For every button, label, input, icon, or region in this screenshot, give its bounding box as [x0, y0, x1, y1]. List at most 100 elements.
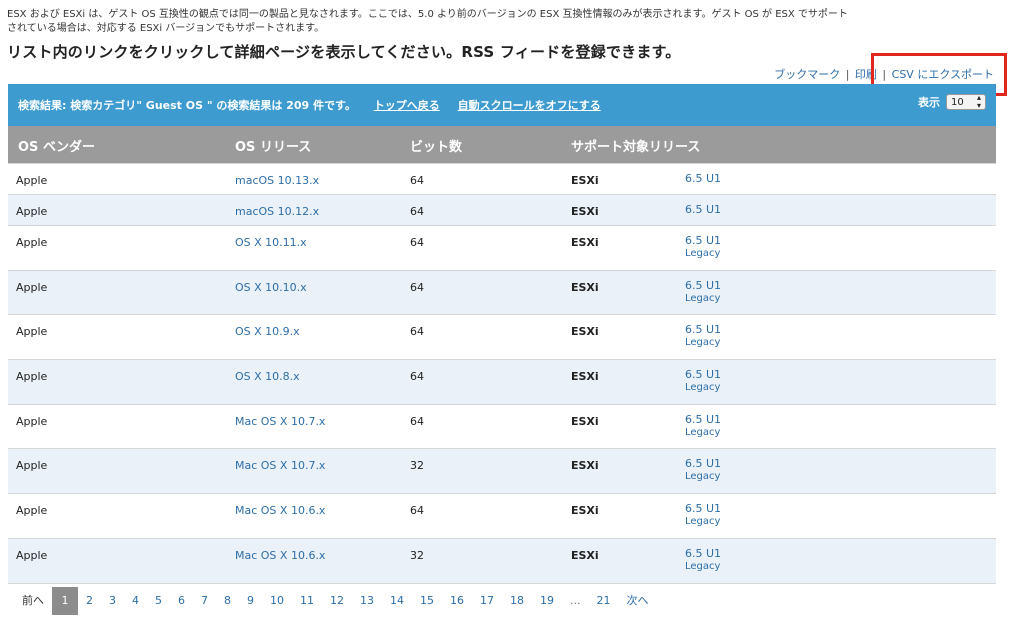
bookmark-link[interactable]: ブックマーク: [774, 68, 840, 81]
release-link[interactable]: 6.5 U1: [685, 368, 721, 381]
release-note-link[interactable]: Legacy: [685, 336, 721, 349]
page-number-link[interactable]: 7: [193, 587, 216, 615]
tools-separator: |: [845, 68, 850, 81]
cell-product: ESXi: [571, 504, 599, 518]
table-row: Apple OS X 10.11.x 64 ESXi 6.5 U1 Legacy: [8, 225, 996, 270]
cell-release: 6.5 U1 Legacy: [685, 547, 721, 573]
table-row: Apple Mac OS X 10.6.x 64 ESXi 6.5 U1 Legacy: [8, 493, 996, 538]
page-number-link[interactable]: 1: [52, 587, 78, 615]
cell-bits: 64: [410, 414, 424, 428]
cell-os-release-link[interactable]: OS X 10.10.x: [235, 281, 307, 294]
cell-product: ESXi: [571, 236, 599, 249]
table-header: OS ベンダー OS リリース ビット数 サポート対象リリース: [8, 126, 996, 163]
cell-os-release-link[interactable]: OS X 10.9.x: [235, 325, 300, 338]
cell-bits: 64: [410, 504, 424, 518]
page-size-label: 表示: [918, 96, 940, 109]
page-number-link[interactable]: 10: [262, 587, 292, 615]
cell-os-release-link[interactable]: Mac OS X 10.7.x: [235, 459, 325, 472]
release-note-link[interactable]: Legacy: [685, 381, 721, 394]
cell-bits: 64: [410, 205, 424, 218]
page-number-link[interactable]: 5: [147, 587, 170, 615]
page-size-select[interactable]: 10 ▴ ▾: [946, 94, 986, 110]
page-number-link[interactable]: 11: [292, 587, 322, 615]
previous-page-link[interactable]: 前へ: [14, 587, 52, 615]
cell-release: 6.5 U1 Legacy: [685, 413, 721, 439]
cell-bits: 64: [410, 325, 424, 339]
page-number-link[interactable]: 3: [101, 587, 124, 615]
release-link[interactable]: 6.5 U1: [685, 413, 721, 426]
cell-vendor: Apple: [16, 459, 48, 473]
page-number-link[interactable]: 6: [170, 587, 193, 615]
result-summary: 検索結果: 検索カテゴリ" Guest OS " の検索結果は 209 件です。: [18, 99, 356, 112]
cell-bits: 32: [410, 459, 424, 473]
cell-vendor: Apple: [16, 414, 48, 428]
autoscroll-off-link[interactable]: 自動スクロールをオフにする: [458, 99, 601, 112]
page-number-link[interactable]: 19: [532, 587, 562, 615]
release-link[interactable]: 6.5 U1: [685, 234, 721, 247]
page-size-value: 10: [951, 96, 964, 108]
cell-os-release-link[interactable]: Mac OS X 10.6.x: [235, 549, 325, 562]
column-header-supported-release[interactable]: サポート対象リリース: [571, 136, 700, 155]
release-link[interactable]: 6.5 U1: [685, 279, 721, 292]
pagination: 前へ 1 2 3 4 5 6 7 8 9 10 11 12 13 14 15 16 17 18 19... 21 次へ: [14, 587, 657, 615]
release-note-link[interactable]: Legacy: [685, 560, 721, 573]
cell-release: 6.5 U1: [685, 172, 721, 185]
table-row: Apple OS X 10.10.x 64 ESXi 6.5 U1 Legacy: [8, 269, 996, 315]
release-link[interactable]: 6.5 U1: [685, 203, 721, 216]
release-note-link[interactable]: Legacy: [685, 247, 721, 260]
table-row: Apple Mac OS X 10.6.x 32 ESXi 6.5 U1 Legacy: [8, 537, 996, 583]
intro-text: ESX および ESXi は、ゲスト OS 互換性の観点では同一の製品と見なされ…: [7, 8, 1007, 36]
release-note-link[interactable]: Legacy: [685, 292, 721, 305]
page-number-link[interactable]: 9: [239, 587, 262, 615]
cell-vendor: Apple: [16, 205, 48, 218]
cell-os-release-link[interactable]: OS X 10.8.x: [235, 370, 300, 383]
cell-os-release-link[interactable]: OS X 10.11.x: [235, 236, 307, 249]
release-link[interactable]: 6.5 U1: [685, 457, 721, 470]
page-number-link[interactable]: 21: [589, 587, 619, 615]
cell-product: ESXi: [571, 414, 599, 428]
cell-vendor: Apple: [16, 548, 48, 562]
cell-product: ESXi: [571, 548, 599, 562]
search-result-bar: 検索結果: 検索カテゴリ" Guest OS " の検索結果は 209 件です。…: [8, 84, 996, 126]
cell-os-release-link[interactable]: Mac OS X 10.6.x: [235, 504, 325, 517]
page-number-link[interactable]: 18: [502, 587, 532, 615]
column-header-vendor[interactable]: OS ベンダー: [18, 136, 95, 155]
release-link[interactable]: 6.5 U1: [685, 172, 721, 185]
cell-product: ESXi: [571, 325, 599, 339]
table-row: Apple Mac OS X 10.7.x 64 ESXi 6.5 U1 Legacy: [8, 403, 996, 449]
table-row: Apple macOS 10.12.x 64 ESXi 6.5 U1: [8, 194, 996, 225]
column-header-bits[interactable]: ビット数: [410, 136, 462, 155]
page-number-link[interactable]: 2: [78, 587, 101, 615]
cell-vendor: Apple: [16, 174, 48, 187]
release-link[interactable]: 6.5 U1: [685, 547, 721, 560]
next-page-link[interactable]: 次へ: [619, 587, 657, 615]
page-number-link[interactable]: 13: [352, 587, 382, 615]
page-number-link[interactable]: 8: [216, 587, 239, 615]
cell-vendor: Apple: [16, 236, 48, 249]
cell-bits: 64: [410, 280, 424, 294]
intro-line-2: されている場合は、対応する ESXi バージョンでもサポートされます。: [7, 23, 325, 34]
up-down-arrows-icon: ▴ ▾: [976, 93, 981, 110]
page-number-link[interactable]: 17: [472, 587, 502, 615]
column-header-os-release[interactable]: OS リリース: [235, 136, 311, 155]
release-note-link[interactable]: Legacy: [685, 470, 721, 483]
page-number-link[interactable]: 14: [382, 587, 412, 615]
table-row: Apple OS X 10.8.x 64 ESXi 6.5 U1 Legacy: [8, 359, 996, 404]
cell-release: 6.5 U1 Legacy: [685, 234, 721, 260]
page-number-link[interactable]: 12: [322, 587, 352, 615]
release-note-link[interactable]: Legacy: [685, 515, 721, 528]
release-link[interactable]: 6.5 U1: [685, 502, 721, 515]
release-note-link[interactable]: Legacy: [685, 426, 721, 439]
page-number-link[interactable]: 16: [442, 587, 472, 615]
cell-os-release-link[interactable]: macOS 10.12.x: [235, 205, 319, 218]
release-link[interactable]: 6.5 U1: [685, 323, 721, 336]
back-to-top-link[interactable]: トップへ戻る: [374, 99, 440, 112]
cell-os-release-link[interactable]: macOS 10.13.x: [235, 174, 319, 187]
cell-vendor: Apple: [16, 370, 48, 384]
page-number-link[interactable]: 15: [412, 587, 442, 615]
cell-vendor: Apple: [16, 325, 48, 339]
page-ellipsis: ...: [570, 594, 581, 607]
cell-os-release-link[interactable]: Mac OS X 10.7.x: [235, 415, 325, 428]
page-number-link[interactable]: 4: [124, 587, 147, 615]
cell-bits: 64: [410, 174, 424, 187]
